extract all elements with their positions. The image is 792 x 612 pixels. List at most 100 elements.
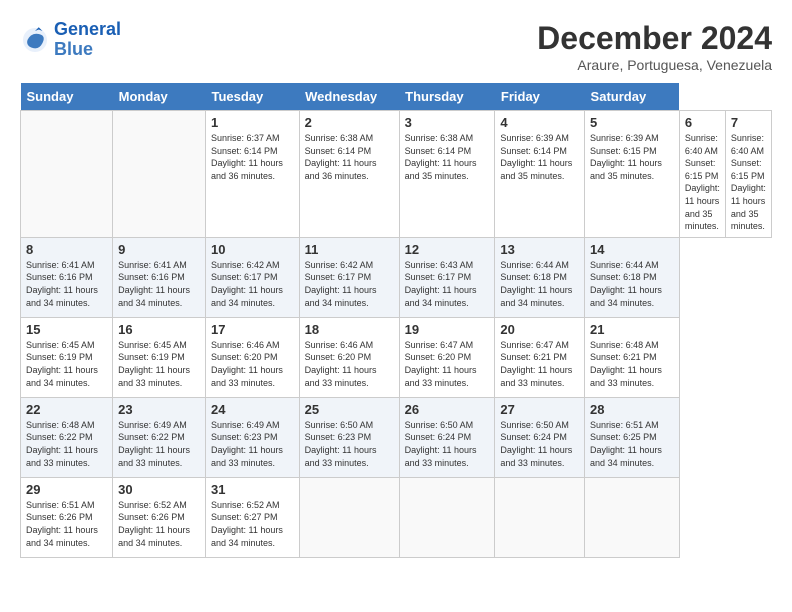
weekday-header-friday: Friday bbox=[495, 83, 585, 111]
day-info: Sunrise: 6:38 AMSunset: 6:14 PMDaylight:… bbox=[305, 132, 394, 182]
calendar-day-cell: 16 Sunrise: 6:45 AMSunset: 6:19 PMDayligh… bbox=[113, 317, 206, 397]
calendar-week-row: 15Sunrise: 6:45 AMSunset: 6:19 PMDayligh… bbox=[21, 317, 772, 397]
day-info: Sunrise: 6:38 AMSunset: 6:14 PMDaylight:… bbox=[405, 132, 490, 182]
day-info: Sunrise: 6:45 AMSunset: 6:19 PMDaylight:… bbox=[26, 339, 107, 389]
day-info: Sunrise: 6:49 AMSunset: 6:23 PMDaylight:… bbox=[211, 419, 294, 469]
day-info: Sunrise: 6:50 AMSunset: 6:24 PMDaylight:… bbox=[500, 419, 579, 469]
calendar-day-cell: 8 Sunrise: 6:41 AMSunset: 6:16 PMDaylight… bbox=[21, 237, 113, 317]
day-number: 8 bbox=[26, 242, 107, 257]
day-number: 11 bbox=[305, 242, 394, 257]
calendar-day-cell: 7 Sunrise: 6:40 AMSunset: 6:15 PMDaylight… bbox=[725, 111, 771, 238]
logo-icon bbox=[20, 25, 50, 55]
weekday-header-saturday: Saturday bbox=[585, 83, 680, 111]
day-info: Sunrise: 6:51 AMSunset: 6:26 PMDaylight:… bbox=[26, 499, 107, 549]
calendar-day-cell: 27 Sunrise: 6:50 AMSunset: 6:24 PMDayligh… bbox=[495, 397, 585, 477]
day-number: 24 bbox=[211, 402, 294, 417]
weekday-header-sunday: Sunday bbox=[21, 83, 113, 111]
day-info: Sunrise: 6:40 AMSunset: 6:15 PMDaylight:… bbox=[685, 132, 720, 233]
calendar-day-cell: 25 Sunrise: 6:50 AMSunset: 6:23 PMDayligh… bbox=[299, 397, 399, 477]
day-number: 14 bbox=[590, 242, 674, 257]
day-info: Sunrise: 6:47 AMSunset: 6:21 PMDaylight:… bbox=[500, 339, 579, 389]
title-block: December 2024 Araure, Portuguesa, Venezu… bbox=[537, 20, 772, 73]
calendar-day-cell bbox=[399, 477, 495, 557]
calendar-day-cell: 1 Sunrise: 6:37 AMSunset: 6:14 PMDaylight… bbox=[205, 111, 299, 238]
day-info: Sunrise: 6:46 AMSunset: 6:20 PMDaylight:… bbox=[211, 339, 294, 389]
calendar-day-cell: 26 Sunrise: 6:50 AMSunset: 6:24 PMDayligh… bbox=[399, 397, 495, 477]
day-info: Sunrise: 6:48 AMSunset: 6:22 PMDaylight:… bbox=[26, 419, 107, 469]
day-number: 28 bbox=[590, 402, 674, 417]
calendar-day-cell: 19 Sunrise: 6:47 AMSunset: 6:20 PMDayligh… bbox=[399, 317, 495, 397]
day-number: 13 bbox=[500, 242, 579, 257]
day-number: 25 bbox=[305, 402, 394, 417]
day-info: Sunrise: 6:51 AMSunset: 6:25 PMDaylight:… bbox=[590, 419, 674, 469]
day-number: 7 bbox=[731, 115, 766, 130]
calendar-day-cell: 12Sunrise: 6:43 AMSunset: 6:17 PMDayligh… bbox=[399, 237, 495, 317]
calendar-day-cell: 9 Sunrise: 6:41 AMSunset: 6:16 PMDaylight… bbox=[113, 237, 206, 317]
calendar-day-cell: 3 Sunrise: 6:38 AMSunset: 6:14 PMDaylight… bbox=[399, 111, 495, 238]
month-title: December 2024 bbox=[537, 20, 772, 57]
day-info: Sunrise: 6:41 AMSunset: 6:16 PMDaylight:… bbox=[26, 259, 107, 309]
day-number: 17 bbox=[211, 322, 294, 337]
day-info: Sunrise: 6:39 AMSunset: 6:15 PMDaylight:… bbox=[590, 132, 674, 182]
calendar-day-cell: 23 Sunrise: 6:49 AMSunset: 6:22 PMDayligh… bbox=[113, 397, 206, 477]
day-number: 23 bbox=[118, 402, 200, 417]
day-info: Sunrise: 6:47 AMSunset: 6:20 PMDaylight:… bbox=[405, 339, 490, 389]
day-number: 21 bbox=[590, 322, 674, 337]
calendar-day-cell: 11Sunrise: 6:42 AMSunset: 6:17 PMDayligh… bbox=[299, 237, 399, 317]
weekday-header-wednesday: Wednesday bbox=[299, 83, 399, 111]
day-info: Sunrise: 6:45 AMSunset: 6:19 PMDaylight:… bbox=[118, 339, 200, 389]
calendar-day-cell: 28 Sunrise: 6:51 AMSunset: 6:25 PMDayligh… bbox=[585, 397, 680, 477]
logo-line1: General bbox=[54, 19, 121, 39]
day-info: Sunrise: 6:50 AMSunset: 6:23 PMDaylight:… bbox=[305, 419, 394, 469]
day-number: 31 bbox=[211, 482, 294, 497]
calendar-day-cell: 10Sunrise: 6:42 AMSunset: 6:17 PMDayligh… bbox=[205, 237, 299, 317]
calendar-header-row: SundayMondayTuesdayWednesdayThursdayFrid… bbox=[21, 83, 772, 111]
calendar-day-cell: 14 Sunrise: 6:44 AMSunset: 6:18 PMDayligh… bbox=[585, 237, 680, 317]
day-info: Sunrise: 6:46 AMSunset: 6:20 PMDaylight:… bbox=[305, 339, 394, 389]
calendar-day-cell: 20Sunrise: 6:47 AMSunset: 6:21 PMDayligh… bbox=[495, 317, 585, 397]
day-info: Sunrise: 6:52 AMSunset: 6:26 PMDaylight:… bbox=[118, 499, 200, 549]
day-number: 2 bbox=[305, 115, 394, 130]
day-number: 16 bbox=[118, 322, 200, 337]
day-number: 26 bbox=[405, 402, 490, 417]
calendar-day-cell: 31 Sunrise: 6:52 AMSunset: 6:27 PMDayligh… bbox=[205, 477, 299, 557]
calendar-day-cell: 21Sunrise: 6:48 AMSunset: 6:21 PMDayligh… bbox=[585, 317, 680, 397]
calendar-day-cell: 15Sunrise: 6:45 AMSunset: 6:19 PMDayligh… bbox=[21, 317, 113, 397]
day-number: 5 bbox=[590, 115, 674, 130]
day-number: 3 bbox=[405, 115, 490, 130]
calendar-day-cell: 17 Sunrise: 6:46 AMSunset: 6:20 PMDayligh… bbox=[205, 317, 299, 397]
day-number: 30 bbox=[118, 482, 200, 497]
page-header: General Blue December 2024 Araure, Portu… bbox=[20, 20, 772, 73]
day-number: 19 bbox=[405, 322, 490, 337]
day-info: Sunrise: 6:37 AMSunset: 6:14 PMDaylight:… bbox=[211, 132, 294, 182]
calendar-day-cell: 24 Sunrise: 6:49 AMSunset: 6:23 PMDayligh… bbox=[205, 397, 299, 477]
calendar-week-row: 29 Sunrise: 6:51 AMSunset: 6:26 PMDayligh… bbox=[21, 477, 772, 557]
logo-line2: Blue bbox=[54, 39, 93, 59]
day-info: Sunrise: 6:50 AMSunset: 6:24 PMDaylight:… bbox=[405, 419, 490, 469]
calendar-day-cell: 2 Sunrise: 6:38 AMSunset: 6:14 PMDaylight… bbox=[299, 111, 399, 238]
calendar-day-cell bbox=[299, 477, 399, 557]
day-info: Sunrise: 6:44 AMSunset: 6:18 PMDaylight:… bbox=[590, 259, 674, 309]
day-number: 18 bbox=[305, 322, 394, 337]
day-number: 29 bbox=[26, 482, 107, 497]
day-number: 1 bbox=[211, 115, 294, 130]
calendar-day-cell: 22 Sunrise: 6:48 AMSunset: 6:22 PMDayligh… bbox=[21, 397, 113, 477]
day-number: 9 bbox=[118, 242, 200, 257]
day-number: 22 bbox=[26, 402, 107, 417]
calendar-day-cell bbox=[21, 111, 113, 238]
calendar-day-cell: 29 Sunrise: 6:51 AMSunset: 6:26 PMDayligh… bbox=[21, 477, 113, 557]
calendar-day-cell: 4Sunrise: 6:39 AMSunset: 6:14 PMDaylight… bbox=[495, 111, 585, 238]
day-info: Sunrise: 6:49 AMSunset: 6:22 PMDaylight:… bbox=[118, 419, 200, 469]
calendar-day-cell bbox=[495, 477, 585, 557]
day-number: 6 bbox=[685, 115, 720, 130]
logo: General Blue bbox=[20, 20, 121, 60]
day-number: 12 bbox=[405, 242, 490, 257]
day-number: 27 bbox=[500, 402, 579, 417]
weekday-header-monday: Monday bbox=[113, 83, 206, 111]
day-info: Sunrise: 6:52 AMSunset: 6:27 PMDaylight:… bbox=[211, 499, 294, 549]
day-info: Sunrise: 6:41 AMSunset: 6:16 PMDaylight:… bbox=[118, 259, 200, 309]
calendar-day-cell: 6 Sunrise: 6:40 AMSunset: 6:15 PMDaylight… bbox=[679, 111, 725, 238]
calendar-table: SundayMondayTuesdayWednesdayThursdayFrid… bbox=[20, 83, 772, 558]
day-info: Sunrise: 6:40 AMSunset: 6:15 PMDaylight:… bbox=[731, 132, 766, 233]
calendar-week-row: 22 Sunrise: 6:48 AMSunset: 6:22 PMDayligh… bbox=[21, 397, 772, 477]
